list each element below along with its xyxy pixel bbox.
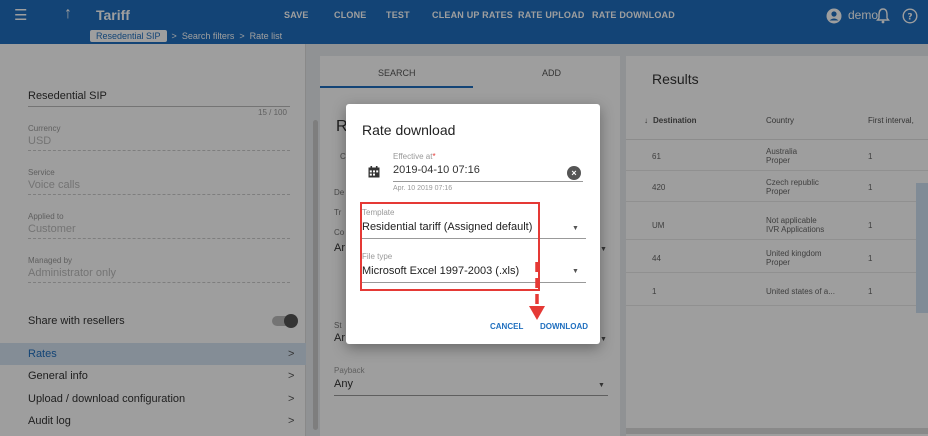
file-type-underline — [362, 282, 586, 283]
template-label: Template — [362, 208, 395, 217]
required-marker: * — [432, 152, 436, 161]
effective-at-label: Effective at* — [393, 152, 436, 161]
rate-download-dialog: Rate download Effective at* 2019-04-10 0… — [346, 104, 600, 344]
dropdown-caret-icon[interactable]: ▼ — [572, 268, 579, 275]
file-type-select[interactable]: Microsoft Excel 1997-2003 (.xls) — [362, 265, 519, 277]
dropdown-caret-icon[interactable]: ▼ — [572, 225, 579, 232]
dashed-arrow-down-icon — [529, 262, 545, 320]
effective-at-input[interactable]: 2019-04-10 07:16 — [393, 164, 480, 176]
effective-at-hint: Apr. 10 2019 07:16 — [393, 185, 453, 192]
template-underline — [362, 238, 586, 239]
calendar-icon[interactable] — [368, 166, 380, 178]
cancel-button[interactable]: CANCEL — [490, 322, 523, 331]
template-select[interactable]: Residential tariff (Assigned default) — [362, 221, 532, 233]
clear-icon[interactable]: × — [567, 166, 581, 180]
file-type-label: File type — [362, 252, 393, 261]
download-button[interactable]: DOWNLOAD — [540, 322, 588, 331]
effective-at-underline — [393, 181, 583, 182]
dialog-title: Rate download — [362, 122, 456, 138]
effective-at-label-text: Effective at — [393, 152, 433, 161]
